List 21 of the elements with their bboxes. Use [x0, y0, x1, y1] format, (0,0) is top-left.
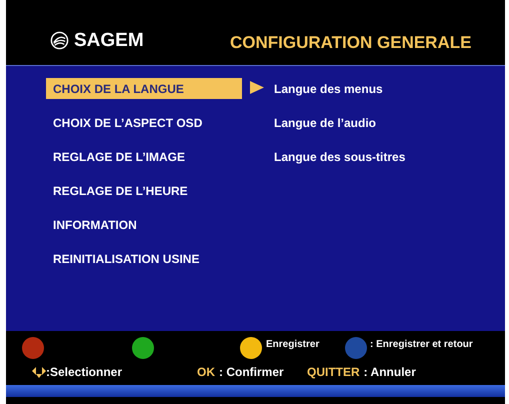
submenu-item[interactable]: Langue de l’audio: [274, 112, 406, 133]
key-name: OK: [197, 364, 215, 381]
menu-item[interactable]: INFORMATION: [46, 214, 242, 235]
menu-item[interactable]: REGLAGE DE L’IMAGE: [46, 146, 242, 167]
hint-label: : Annuler: [364, 364, 416, 381]
arrow-keys-icon: [32, 366, 46, 378]
logo-text: SAGEM: [74, 28, 144, 52]
menu-item[interactable]: CHOIX DE L’ASPECT OSD: [46, 112, 242, 133]
submenu-item[interactable]: Langue des menus: [274, 78, 406, 99]
menu-item[interactable]: CHOIX DE LA LANGUE: [46, 78, 242, 99]
key-label: : Enregistrer et retour: [370, 338, 473, 352]
menu-item[interactable]: REINITIALISATION USINE: [46, 248, 242, 269]
submenu-item[interactable]: Langue des sous-titres: [274, 146, 406, 167]
pointer-arrow-icon: [250, 81, 264, 94]
screen-title: CONFIGURATION GENERALE: [230, 32, 472, 54]
menu-item[interactable]: REGLAGE DE L’HEURE: [46, 180, 242, 201]
key-name: QUITTER: [307, 364, 360, 381]
hint-label: : Confirmer: [219, 364, 284, 381]
logo-icon: [50, 31, 69, 50]
key-label: Enregistrer: [266, 338, 320, 352]
hint-label: :Selectionner: [46, 364, 122, 381]
